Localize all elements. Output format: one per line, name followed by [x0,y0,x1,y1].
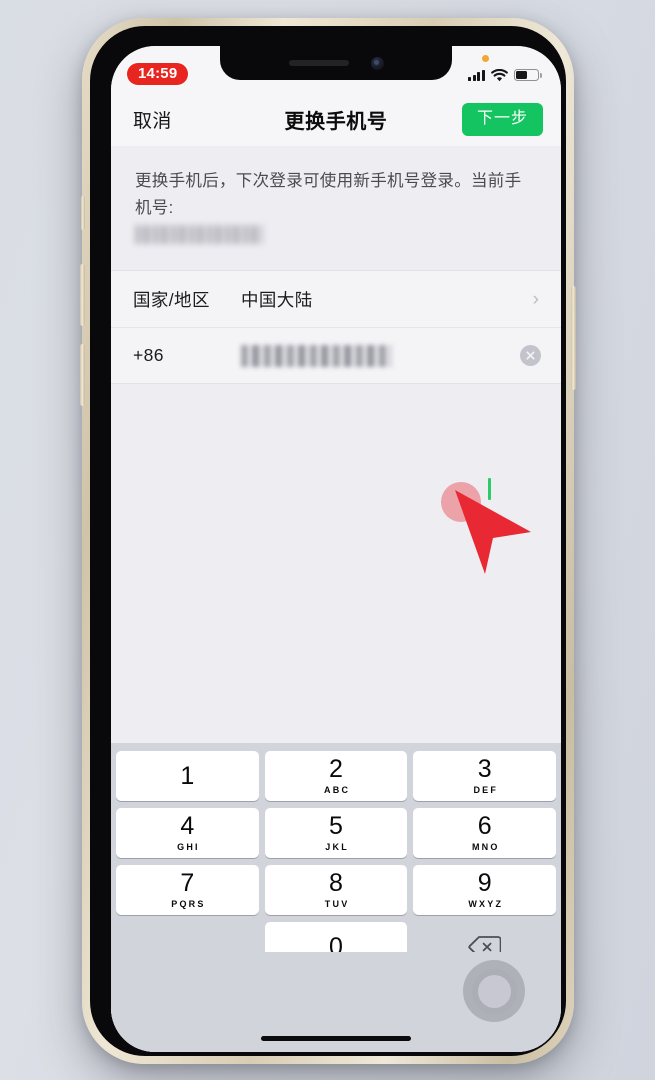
key-6-letters: MNO [471,842,500,852]
key-8[interactable]: 8 TUV [264,865,408,915]
key-6-number: 6 [477,812,492,840]
earpiece-speaker-icon [288,60,349,66]
status-time-recording-badge: 14:59 [127,63,189,85]
key-2-number: 2 [329,755,343,783]
device-bezel: 14:59 取消 更换手机号 下一步 更换手机后，下次登录可使用新手机号登录。当… [90,26,566,1056]
keyboard-row-2: 4 GHI 5 JKL 6 MNO [116,808,557,858]
key-4-letters: GHI [177,842,200,852]
key-2-letters: ABC [324,785,351,795]
clear-input-icon[interactable] [520,345,541,367]
text-caret [488,478,491,500]
phone-number-row[interactable]: +86 [111,327,561,383]
volume-up-button[interactable] [80,264,85,326]
front-camera-icon [370,56,384,70]
navigation-bar: 取消 更换手机号 下一步 [111,92,561,146]
current-phone-number-masked [135,225,263,245]
key-5-letters: JKL [325,842,349,852]
key-2[interactable]: 2 ABC [264,751,408,801]
device-screen: 14:59 取消 更换手机号 下一步 更换手机后，下次登录可使用新手机号登录。当… [111,46,561,1052]
form-rows: 国家/地区 中国大陆 › +86 [111,270,561,385]
country-region-row[interactable]: 国家/地区 中国大陆 › [111,271,561,327]
country-code-label: +86 [133,345,164,366]
cellular-signal-icon [468,69,485,81]
key-8-letters: TUV [324,899,350,909]
privacy-indicator-dot [482,54,489,62]
key-3-number: 3 [477,755,492,783]
key-1-number: 1 [180,761,195,790]
key-8-number: 8 [329,869,343,897]
silent-switch[interactable] [81,196,85,230]
home-indicator-area [111,952,561,1052]
key-5[interactable]: 5 JKL [264,808,408,858]
power-button[interactable] [571,286,576,390]
wifi-icon [491,68,508,82]
key-7-number: 7 [180,869,195,897]
chevron-right-icon: › [532,288,539,310]
description-text: 更换手机后，下次登录可使用新手机号登录。当前手机号: [135,172,522,217]
iphone-device-frame: 14:59 取消 更换手机号 下一步 更换手机后，下次登录可使用新手机号登录。当… [80,18,576,1064]
content-area: 更换手机后，下次登录可使用新手机号登录。当前手机号: 国家/地区 中国大陆 › … [111,146,561,1052]
device-notch [220,46,452,80]
key-1[interactable]: 1 [116,751,259,801]
key-4[interactable]: 4 GHI [116,808,259,858]
key-3-letters: DEF [473,785,499,795]
tap-highlight-ring [441,482,481,522]
cancel-button[interactable]: 取消 [133,106,172,133]
key-7[interactable]: 7 PQRS [116,865,259,915]
key-9-number: 9 [477,869,492,897]
key-9-letters: WXYZ [468,899,504,909]
volume-down-button[interactable] [80,344,85,406]
key-9[interactable]: 9 WXYZ [413,865,557,915]
key-4-number: 4 [180,812,195,840]
key-5-number: 5 [329,812,343,840]
keyboard-row-3: 7 PQRS 8 TUV 9 WXYZ [116,865,557,915]
description-block: 更换手机后，下次登录可使用新手机号登录。当前手机号: [111,146,561,245]
country-region-label: 国家/地区 [133,289,210,310]
key-6[interactable]: 6 MNO [413,808,557,858]
phone-number-input[interactable] [241,344,391,367]
status-indicators [468,54,542,82]
keyboard-row-1: 1 2 ABC 3 DEF [116,751,557,801]
key-7-letters: PQRS [171,899,206,909]
home-indicator-bar[interactable] [261,1036,411,1041]
assistive-touch-button[interactable] [463,960,525,1022]
country-region-value: 中国大陆 [241,289,313,310]
battery-icon [514,69,542,81]
key-3[interactable]: 3 DEF [413,751,557,801]
next-step-button[interactable]: 下一步 [461,102,543,136]
